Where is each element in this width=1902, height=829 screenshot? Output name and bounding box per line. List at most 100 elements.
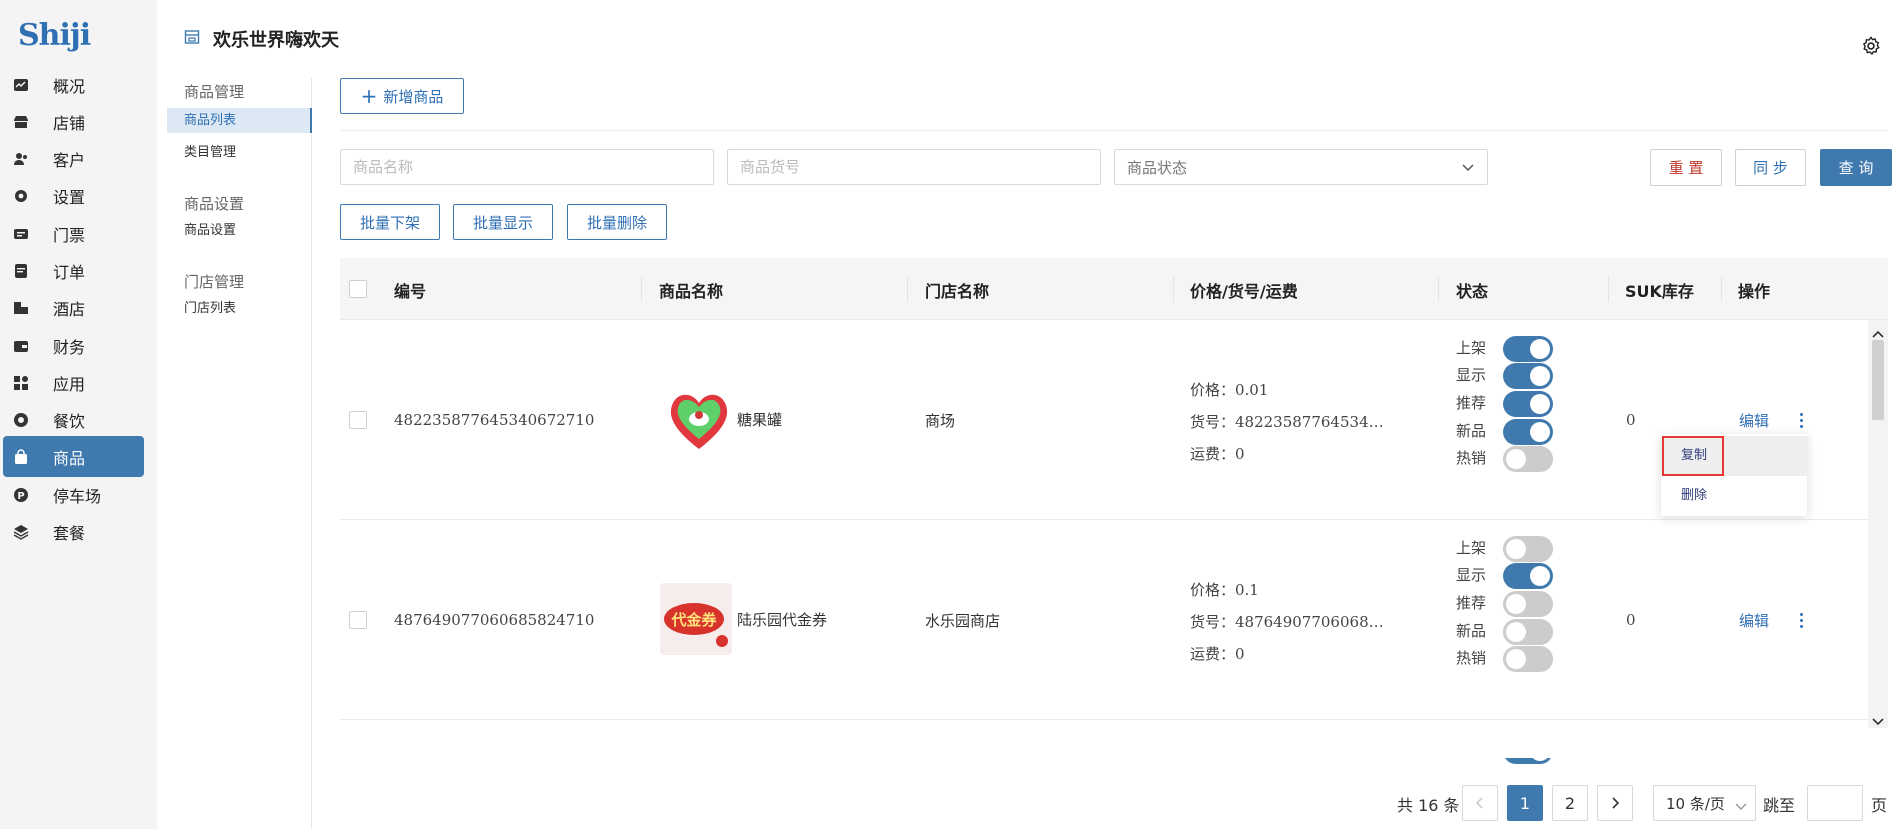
menu-delete[interactable]: 删除 bbox=[1661, 476, 1807, 516]
subnav-item-category[interactable]: 类目管理 bbox=[167, 140, 312, 165]
more-icon[interactable] bbox=[1796, 410, 1806, 430]
goods-status-select[interactable]: 商品状态 bbox=[1114, 149, 1488, 185]
goods-name: 陆乐园代金券 bbox=[737, 611, 828, 629]
sub-sidebar: 商品管理 商品列表 类目管理 商品设置 商品设置 门店管理 门店列表 bbox=[157, 78, 312, 829]
subnav-item-goods-settings[interactable]: 商品设置 bbox=[167, 218, 312, 243]
nav-item-hotel[interactable]: 酒店 bbox=[3, 287, 144, 328]
package-icon bbox=[13, 524, 29, 540]
select-all-checkbox[interactable] bbox=[349, 280, 367, 298]
nav-item-apps[interactable]: 应用 bbox=[3, 362, 144, 403]
goods-price: 价格：0.01 bbox=[1190, 381, 1269, 399]
divider bbox=[340, 130, 1888, 131]
nav-item-settings[interactable]: 设置 bbox=[3, 175, 144, 216]
nav-item-label: 设置 bbox=[53, 187, 86, 207]
batch-show-button[interactable]: 批量显示 bbox=[453, 204, 553, 240]
goods-code: 货号：48764907706068… bbox=[1190, 613, 1384, 631]
prev-page-button[interactable] bbox=[1462, 785, 1498, 821]
toggle-new[interactable] bbox=[1503, 419, 1553, 445]
scrollbar-thumb[interactable] bbox=[1872, 340, 1884, 420]
nav-item-label: 应用 bbox=[53, 374, 86, 394]
nav-item-label: 客户 bbox=[53, 150, 86, 170]
nav-item-customer[interactable]: 客户 bbox=[3, 138, 144, 179]
page-size-value: 10 条/页 bbox=[1666, 794, 1725, 813]
goods-thumbnail: 代金券 bbox=[660, 583, 732, 655]
nav-item-label: 商品 bbox=[53, 448, 86, 468]
col-separator bbox=[1438, 276, 1439, 302]
status-label: 推荐 bbox=[1456, 594, 1487, 612]
voucher-thumb-text: 代金券 bbox=[670, 611, 717, 629]
toggle-hot[interactable] bbox=[1503, 446, 1553, 472]
page-2-button[interactable]: 2 bbox=[1552, 785, 1588, 821]
reset-button[interactable]: 重 置 bbox=[1650, 149, 1722, 186]
add-goods-label: 新增商品 bbox=[383, 87, 444, 106]
nav-item-package[interactable]: 套餐 bbox=[3, 511, 144, 552]
nav-item-goods[interactable]: 商品 bbox=[3, 436, 144, 477]
customer-icon bbox=[13, 151, 29, 167]
app-root: Shiji 概况店铺客户设置门票 订单 酒店 财务应用餐饮商品 P 停车场 套餐 商品管理 … bbox=[0, 0, 1902, 829]
gear-icon[interactable] bbox=[1860, 35, 1882, 61]
store-icon bbox=[13, 114, 29, 130]
nav-item-parking[interactable]: P 停车场 bbox=[3, 474, 144, 515]
goods-name-input[interactable] bbox=[340, 149, 714, 185]
status-label: 新品 bbox=[1456, 422, 1487, 440]
jump-label: 跳至 bbox=[1763, 796, 1796, 815]
nav-item-label: 餐饮 bbox=[53, 411, 86, 431]
toggle-recommend[interactable] bbox=[1503, 391, 1553, 417]
add-goods-button[interactable]: + 新增商品 bbox=[340, 78, 464, 114]
more-icon[interactable] bbox=[1796, 610, 1806, 630]
highlight-box bbox=[1662, 436, 1724, 476]
toggle-display[interactable] bbox=[1503, 363, 1553, 389]
nav-item-ticket[interactable]: 门票 bbox=[3, 213, 144, 254]
page-1-button[interactable]: 1 bbox=[1507, 785, 1543, 821]
svg-text:P: P bbox=[17, 491, 24, 502]
row-checkbox[interactable] bbox=[349, 411, 367, 429]
store-icon bbox=[184, 29, 200, 49]
overview-icon bbox=[13, 77, 29, 93]
row-checkbox[interactable] bbox=[349, 611, 367, 629]
nav-item-label: 店铺 bbox=[53, 113, 86, 133]
logo: Shiji bbox=[18, 18, 91, 53]
table-row: 482235877645340672710 糖果罐 商场 价格：0.01 货号：… bbox=[340, 320, 1868, 520]
toggle-on-shelf[interactable] bbox=[1503, 536, 1553, 562]
status-label: 新品 bbox=[1456, 622, 1487, 640]
toggle-recommend[interactable] bbox=[1503, 591, 1553, 617]
goods-id: 482235877645340672710 bbox=[394, 411, 595, 429]
toggle-hot[interactable] bbox=[1503, 646, 1553, 672]
nav-item-store[interactable]: 店铺 bbox=[3, 101, 144, 142]
page-size-select[interactable]: 10 条/页 bbox=[1653, 785, 1756, 821]
col-store: 门店名称 bbox=[925, 282, 990, 301]
subnav-group-store: 门店管理 bbox=[184, 273, 245, 291]
status-label: 显示 bbox=[1456, 366, 1487, 384]
chevron-down-icon bbox=[1735, 798, 1747, 816]
table-row: 上架 bbox=[340, 720, 1868, 764]
nav-item-overview[interactable]: 概况 bbox=[3, 64, 144, 105]
next-page-button[interactable] bbox=[1597, 785, 1633, 821]
jump-input[interactable] bbox=[1807, 785, 1863, 821]
batch-delete-button[interactable]: 批量删除 bbox=[567, 204, 667, 240]
query-button[interactable]: 查 询 bbox=[1820, 149, 1892, 186]
subnav-item-store-list[interactable]: 门店列表 bbox=[167, 296, 312, 321]
status-label: 热销 bbox=[1456, 649, 1487, 667]
subnav-item-goods-list[interactable]: 商品列表 bbox=[167, 108, 312, 133]
col-status: 状态 bbox=[1456, 282, 1489, 301]
order-icon bbox=[13, 263, 29, 279]
toggle-display[interactable] bbox=[1503, 563, 1553, 589]
sync-button[interactable]: 同 步 bbox=[1735, 149, 1806, 186]
nav-item-order[interactable]: 订单 bbox=[3, 250, 144, 291]
hotel-icon bbox=[13, 300, 29, 316]
edit-link[interactable]: 编辑 bbox=[1739, 410, 1769, 431]
goods-code-input[interactable] bbox=[727, 149, 1101, 185]
page-unit-label: 页 bbox=[1871, 796, 1888, 815]
toggle-on-shelf[interactable] bbox=[1503, 336, 1553, 362]
nav-item-dining[interactable]: 餐饮 bbox=[3, 399, 144, 440]
goods-stock: 0 bbox=[1626, 411, 1636, 429]
dining-icon bbox=[13, 412, 29, 428]
scroll-down-icon[interactable] bbox=[1872, 712, 1884, 731]
nav-item-finance[interactable]: 财务 bbox=[3, 325, 144, 366]
col-separator bbox=[1173, 276, 1174, 302]
toggle-new[interactable] bbox=[1503, 619, 1553, 645]
table-scrollbar[interactable] bbox=[1868, 320, 1888, 728]
goods-freight: 运费：0 bbox=[1190, 445, 1245, 463]
edit-link[interactable]: 编辑 bbox=[1739, 610, 1769, 631]
batch-off-button[interactable]: 批量下架 bbox=[340, 204, 440, 240]
